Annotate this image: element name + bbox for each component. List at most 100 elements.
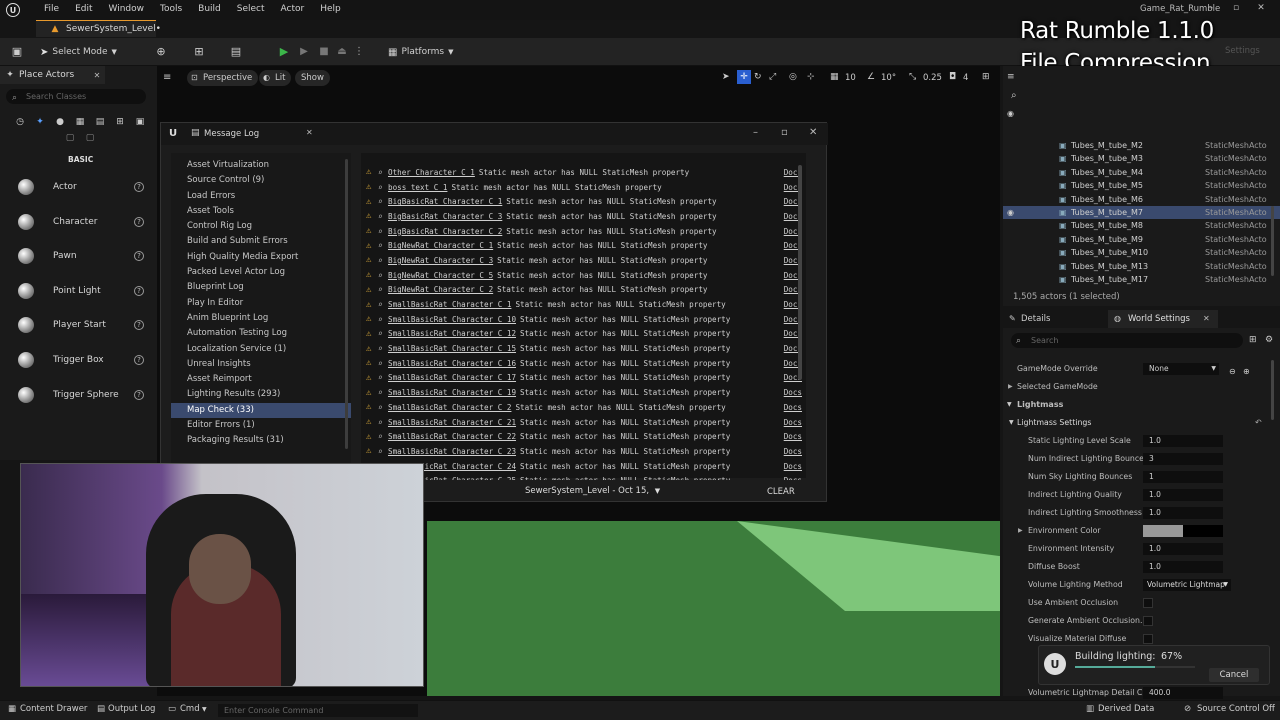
outliner-row[interactable]: ▣ Tubes_M_tube_M4 StaticMeshActo xyxy=(1003,166,1280,179)
prop-value[interactable]: 3 xyxy=(1143,453,1223,465)
log-category-item[interactable]: Packaging Results (31) xyxy=(171,433,351,448)
docs-link[interactable]: Docs xyxy=(784,418,802,427)
close-tab-icon[interactable]: ✕ xyxy=(1203,310,1210,328)
visual-effects-icon[interactable]: ⊞ xyxy=(114,116,126,128)
more-options-icon[interactable]: ⋮ xyxy=(354,44,364,58)
actor-link[interactable]: BigNewRat_Character_C_1 xyxy=(388,241,493,250)
help-icon[interactable]: ? xyxy=(134,320,144,331)
scale-icon[interactable]: ⤢ xyxy=(769,72,776,82)
page-filter-dropdown[interactable]: SewerSystem_Level - Oct 15, ▼ xyxy=(525,486,660,496)
outliner-row[interactable]: ▣ Tubes_M_tube_M6 StaticMeshActo xyxy=(1003,193,1280,206)
log-category-item[interactable]: Asset Virtualization xyxy=(171,158,351,173)
details-settings-icon[interactable]: ⚙ xyxy=(1265,335,1273,345)
add-content-icon[interactable]: ⊕ xyxy=(152,44,170,58)
magnify-icon[interactable]: ⌕ xyxy=(378,183,388,192)
magnify-icon[interactable]: ⌕ xyxy=(378,418,388,427)
outliner-menu-icon[interactable]: ≡ xyxy=(1007,72,1015,82)
close-tab-icon[interactable]: ✕ xyxy=(306,128,313,137)
prop-value[interactable]: 400.0 xyxy=(1143,687,1223,699)
log-category-item[interactable]: Play In Editor xyxy=(171,296,351,311)
actor-link[interactable]: SmallBasicRat_Character_C_10 xyxy=(388,315,516,324)
actor-item-point-light[interactable]: Point Light? xyxy=(10,276,148,306)
magnify-icon[interactable]: ⌕ xyxy=(378,197,388,206)
details-scrollbar[interactable] xyxy=(1271,360,1274,420)
expand-arrow-icon[interactable]: ▶ xyxy=(1008,378,1013,396)
minimize-icon[interactable]: – xyxy=(1205,2,1217,14)
cinematic-icon[interactable]: ▤ xyxy=(94,116,106,128)
output-log-icon[interactable]: ▤ xyxy=(97,704,105,714)
selected-gamemode-row[interactable]: ▶ Selected GameMode xyxy=(1003,378,1265,396)
select-tool-icon[interactable]: ➤ xyxy=(722,72,730,82)
magnify-icon[interactable]: ⌕ xyxy=(378,256,388,265)
color-swatch[interactable] xyxy=(1143,525,1223,537)
checkbox[interactable] xyxy=(1143,616,1153,626)
checkbox[interactable] xyxy=(1143,634,1153,644)
log-category-item[interactable]: Lighting Results (293) xyxy=(171,387,351,402)
docs-link[interactable]: Docs xyxy=(784,388,802,397)
outliner-row[interactable]: ▣ Tubes_M_tube_M3 StaticMeshActo xyxy=(1003,152,1280,165)
surface-snap-icon[interactable]: ⊹ xyxy=(807,72,815,82)
menu-item-window[interactable]: Window xyxy=(101,2,153,16)
actor-link[interactable]: SmallBasicRat_Character_C_22 xyxy=(388,432,516,441)
messages-scrollbar[interactable] xyxy=(798,165,802,380)
rotation-snap-value[interactable]: 10° xyxy=(881,73,896,83)
log-category-item[interactable]: Asset Tools xyxy=(171,204,351,219)
lightmass-section[interactable]: ▼ Lightmass xyxy=(1003,396,1265,414)
derived-data-icon[interactable]: ▥ xyxy=(1086,704,1094,714)
magnify-icon[interactable]: ⌕ xyxy=(378,227,388,236)
actor-link[interactable]: SmallBasicRat_Character_C_1 xyxy=(388,300,511,309)
save-icon[interactable]: ▣ xyxy=(10,44,24,58)
actor-item-pawn[interactable]: Pawn? xyxy=(10,241,148,271)
magnify-icon[interactable]: ⌕ xyxy=(378,447,388,456)
scale-snap-icon[interactable]: ⤡ xyxy=(909,72,916,82)
log-category-item[interactable]: Localization Service (1) xyxy=(171,342,351,357)
outliner-row[interactable]: ▣ Tubes_M_tube_M8 StaticMeshActo xyxy=(1003,219,1280,232)
menu-item-tools[interactable]: Tools xyxy=(152,2,190,16)
log-category-item[interactable]: High Quality Media Export xyxy=(171,250,351,265)
menu-item-build[interactable]: Build xyxy=(190,2,229,16)
categories-scrollbar[interactable] xyxy=(345,159,348,449)
viewport-menu-icon[interactable]: ≡ xyxy=(163,72,171,83)
prop-value[interactable]: 1.0 xyxy=(1143,561,1223,573)
platforms-button[interactable]: ▦ Platforms ▼ xyxy=(388,42,454,62)
geometry-icon[interactable]: ▢ xyxy=(84,132,96,144)
help-icon[interactable]: ? xyxy=(134,216,144,227)
actor-item-player-start[interactable]: Player Start? xyxy=(10,310,148,340)
actor-item-actor[interactable]: Actor? xyxy=(10,172,148,202)
log-category-item[interactable]: Source Control (9) xyxy=(171,173,351,188)
menu-item-help[interactable]: Help xyxy=(312,2,349,16)
magnify-icon[interactable]: ⌕ xyxy=(378,403,388,412)
outliner-row[interactable]: ▣ Tubes_M_tube_M9 StaticMeshActo xyxy=(1003,233,1280,246)
lights-icon[interactable]: ● xyxy=(54,116,66,128)
collapse-arrow-icon[interactable]: ▼ xyxy=(1009,414,1014,432)
select-mode-button[interactable]: ➤ Select Mode ▼ xyxy=(40,42,117,62)
advance-frame-icon[interactable]: ▶ xyxy=(297,44,311,58)
menu-item-file[interactable]: File xyxy=(36,2,67,16)
show-button[interactable]: Show xyxy=(295,70,330,86)
log-category-item[interactable]: Build and Submit Errors xyxy=(171,234,351,249)
log-category-item[interactable]: Map Check (33) xyxy=(171,402,351,419)
docs-link[interactable]: Docs xyxy=(784,432,802,441)
rotation-snap-icon[interactable]: ∠ xyxy=(867,72,875,82)
scale-snap-value[interactable]: 0.25 xyxy=(923,73,942,83)
tab-world-settings[interactable]: ◍ World Settings ✕ xyxy=(1108,310,1218,328)
actor-item-trigger-box[interactable]: Trigger Box? xyxy=(10,345,148,375)
help-icon[interactable]: ? xyxy=(134,389,144,400)
log-category-item[interactable]: Control Rig Log xyxy=(171,219,351,234)
visibility-icon[interactable]: ◉ xyxy=(1007,109,1014,118)
menu-item-edit[interactable]: Edit xyxy=(67,2,100,16)
clear-button[interactable]: CLEAR xyxy=(767,487,795,497)
magnify-icon[interactable]: ⌕ xyxy=(378,329,388,338)
help-icon[interactable]: ? xyxy=(134,355,144,365)
prop-value[interactable]: 1.0 xyxy=(1143,435,1223,447)
table-view-icon[interactable]: ⊞ xyxy=(1249,335,1257,345)
outliner-search-icon[interactable]: ⌕ xyxy=(1011,90,1017,101)
prop-value[interactable]: 1.0 xyxy=(1143,543,1223,555)
eject-icon[interactable]: ⏏ xyxy=(335,44,349,58)
actor-item-character[interactable]: Character? xyxy=(10,207,148,237)
volumes-icon[interactable]: ▣ xyxy=(134,116,146,128)
grid-snap-icon[interactable]: ▦ xyxy=(830,72,839,82)
actor-item-trigger-sphere[interactable]: Trigger Sphere? xyxy=(10,380,148,410)
magnify-icon[interactable]: ⌕ xyxy=(378,212,388,221)
actor-link[interactable]: SmallBasicRat_Character_C_2 xyxy=(388,403,511,412)
